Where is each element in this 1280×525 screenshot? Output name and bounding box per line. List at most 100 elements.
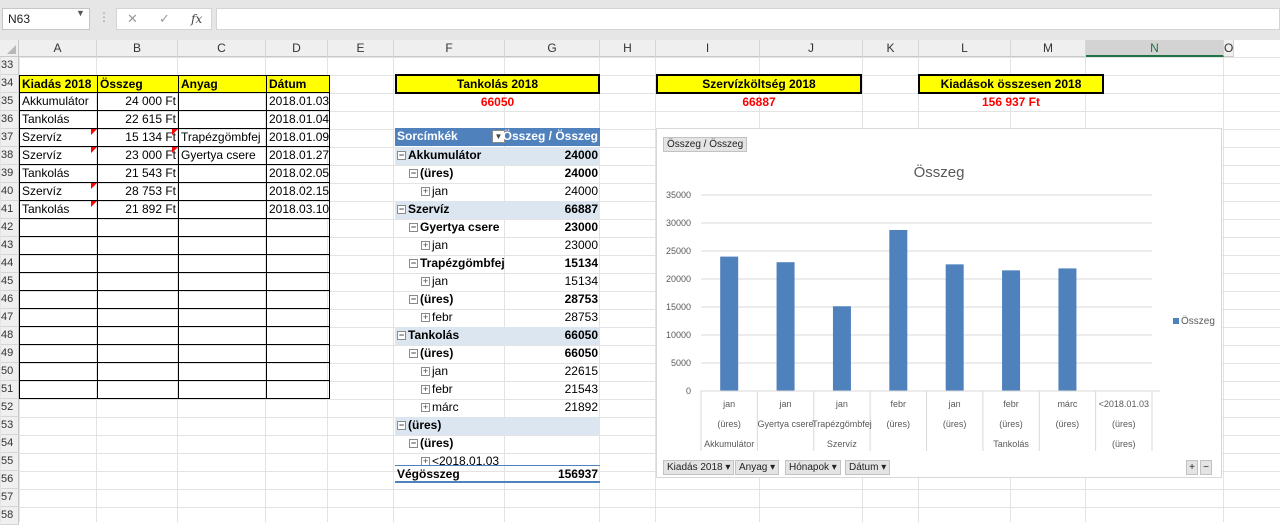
- table-cell[interactable]: 24 000 Ft: [97, 93, 179, 111]
- table-cell[interactable]: [266, 327, 330, 345]
- column-header-n[interactable]: N: [1086, 40, 1224, 57]
- comment-indicator-icon[interactable]: [91, 129, 97, 135]
- pivot-subgroup-row[interactable]: − Gyertya csere 23000: [395, 219, 600, 237]
- table-cell[interactable]: [266, 237, 330, 255]
- table-cell[interactable]: [19, 291, 98, 309]
- column-header-o[interactable]: O: [1224, 40, 1235, 57]
- table-cell[interactable]: [97, 345, 179, 363]
- row-header-52[interactable]: 52: [0, 399, 19, 417]
- table-cell[interactable]: 2018.01.27: [266, 147, 330, 165]
- table-cell[interactable]: [178, 219, 267, 237]
- expand-icon[interactable]: +: [421, 385, 430, 395]
- row-header-45[interactable]: 45: [0, 273, 19, 291]
- table-cell[interactable]: [178, 327, 267, 345]
- pivot-group-row[interactable]: − Akkumulátor 24000: [395, 147, 600, 165]
- chart-bar[interactable]: [832, 306, 851, 391]
- pivot-item-row[interactable]: + febr 21543: [395, 381, 600, 399]
- table-cell[interactable]: 28 753 Ft: [97, 183, 179, 201]
- row-header-55[interactable]: 55: [0, 453, 19, 471]
- table-cell[interactable]: [266, 219, 330, 237]
- table-cell[interactable]: Gyertya csere: [178, 147, 267, 165]
- chart-field-button[interactable]: Kiadás 2018 ▾: [663, 460, 735, 475]
- table-cell[interactable]: 23 000 Ft: [97, 147, 179, 165]
- comment-indicator-icon[interactable]: [172, 129, 178, 135]
- table-cell[interactable]: [97, 255, 179, 273]
- row-header-49[interactable]: 49: [0, 345, 19, 363]
- chart-collapse-button[interactable]: −: [1200, 460, 1212, 475]
- pivot-item-row[interactable]: + jan 23000: [395, 237, 600, 255]
- row-header-48[interactable]: 48: [0, 327, 19, 345]
- table-cell[interactable]: Szervíz: [19, 147, 98, 165]
- table-cell[interactable]: [178, 93, 267, 111]
- comment-indicator-icon[interactable]: [172, 147, 178, 153]
- collapse-icon[interactable]: −: [397, 151, 406, 161]
- column-header-g[interactable]: G: [505, 40, 600, 57]
- column-header-c[interactable]: C: [178, 40, 266, 57]
- pivot-item-row[interactable]: + márc 21892: [395, 399, 600, 417]
- row-header-39[interactable]: 39: [0, 165, 19, 183]
- table-cell[interactable]: [19, 345, 98, 363]
- table-cell[interactable]: [19, 255, 98, 273]
- table-cell[interactable]: 22 615 Ft: [97, 111, 179, 129]
- chart-bar[interactable]: [945, 264, 964, 391]
- table-cell[interactable]: 2018.01.04: [266, 111, 330, 129]
- column-header-b[interactable]: B: [97, 40, 178, 57]
- table-cell[interactable]: Szervíz: [19, 183, 98, 201]
- table-cell[interactable]: [178, 273, 267, 291]
- collapse-icon[interactable]: −: [409, 295, 418, 305]
- pivot-item-row[interactable]: + jan 15134: [395, 273, 600, 291]
- collapse-icon[interactable]: −: [397, 331, 406, 341]
- column-header-e[interactable]: E: [328, 40, 394, 57]
- table-cell[interactable]: [178, 345, 267, 363]
- table-cell[interactable]: 2018.02.15: [266, 183, 330, 201]
- table-cell[interactable]: 15 134 Ft: [97, 129, 179, 147]
- column-header-j[interactable]: J: [760, 40, 863, 57]
- insert-function-icon[interactable]: fx: [191, 12, 202, 26]
- row-header-38[interactable]: 38: [0, 147, 19, 165]
- pivot-chart[interactable]: Összeg / Összeg Összeg 0 5000 10000 15000 200…: [656, 128, 1222, 478]
- column-header-f[interactable]: F: [394, 40, 505, 57]
- pivot-item-row[interactable]: + jan 24000: [395, 183, 600, 201]
- chart-field-button[interactable]: Anyag ▾: [735, 460, 780, 475]
- table-cell[interactable]: [266, 273, 330, 291]
- table-cell[interactable]: [266, 291, 330, 309]
- table-cell[interactable]: [97, 237, 179, 255]
- table-header-cell[interactable]: Összeg: [97, 75, 179, 93]
- table-cell[interactable]: [178, 183, 267, 201]
- table-cell[interactable]: [178, 363, 267, 381]
- row-header-33[interactable]: 33: [0, 57, 19, 75]
- collapse-icon[interactable]: −: [397, 421, 406, 431]
- table-cell[interactable]: [19, 273, 98, 291]
- table-cell[interactable]: 21 543 Ft: [97, 165, 179, 183]
- row-header-47[interactable]: 47: [0, 309, 19, 327]
- formula-input[interactable]: [216, 8, 1280, 30]
- chart-bar[interactable]: [776, 262, 795, 391]
- collapse-icon[interactable]: −: [409, 223, 418, 233]
- table-cell[interactable]: [97, 381, 179, 399]
- table-cell[interactable]: 21 892 Ft: [97, 201, 179, 219]
- pivot-group-row[interactable]: − Szervíz 66887: [395, 201, 600, 219]
- row-header-58[interactable]: 58: [0, 507, 19, 525]
- table-header-cell[interactable]: Anyag: [178, 75, 267, 93]
- column-header-d[interactable]: D: [266, 40, 328, 57]
- table-cell[interactable]: [19, 237, 98, 255]
- table-cell[interactable]: [97, 273, 179, 291]
- collapse-icon[interactable]: −: [409, 259, 418, 269]
- table-cell[interactable]: [178, 165, 267, 183]
- row-header-43[interactable]: 43: [0, 237, 19, 255]
- row-header-42[interactable]: 42: [0, 219, 19, 237]
- table-cell[interactable]: Trapézgömbfej: [178, 129, 267, 147]
- table-cell[interactable]: [266, 363, 330, 381]
- comment-indicator-icon[interactable]: [91, 147, 97, 153]
- table-cell[interactable]: Akkumulátor: [19, 93, 98, 111]
- expand-icon[interactable]: +: [421, 313, 430, 323]
- name-box-dropdown-icon[interactable]: ▼: [76, 8, 85, 18]
- collapse-icon[interactable]: −: [409, 169, 418, 179]
- column-header-k[interactable]: K: [863, 40, 919, 57]
- row-header-57[interactable]: 57: [0, 489, 19, 507]
- table-cell[interactable]: [97, 291, 179, 309]
- table-cell[interactable]: 2018.01.03: [266, 93, 330, 111]
- pivot-subgroup-row[interactable]: − (üres) 28753: [395, 291, 600, 309]
- pivot-item-row[interactable]: + febr 28753: [395, 309, 600, 327]
- chart-expand-button[interactable]: +: [1186, 460, 1198, 475]
